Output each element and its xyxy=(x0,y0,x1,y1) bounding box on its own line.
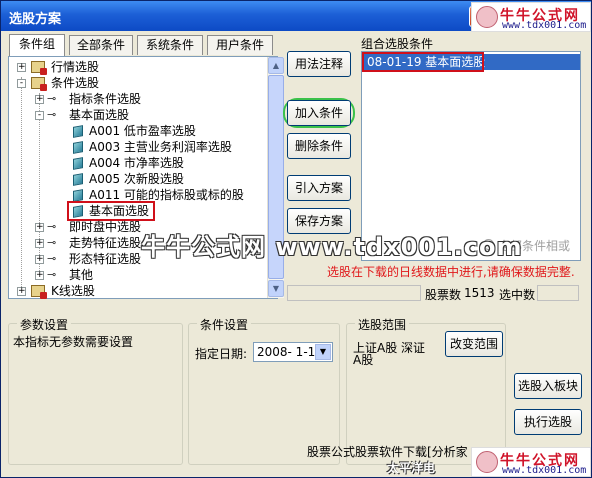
expand-icon[interactable]: + xyxy=(35,271,44,280)
watermark-banner: 牛牛公式网 www.tdx001.com xyxy=(141,233,523,261)
tab-all-conditions[interactable]: 全部条件 xyxy=(69,35,133,55)
tree-node-market[interactable]: + 行情选股 xyxy=(9,59,264,75)
expand-icon[interactable]: + xyxy=(35,239,44,248)
tree-label: 指标条件选股 xyxy=(69,92,142,106)
tree-label: 行情选股 xyxy=(51,60,100,74)
formula-icon xyxy=(73,125,83,138)
key-icon: ⊸ xyxy=(47,108,57,121)
data-warning-note: 选股在下载的日线数据中进行,请确保数据完整. xyxy=(327,265,575,279)
combo-conditions-label: 组合选股条件 xyxy=(361,37,434,51)
key-icon: ⊸ xyxy=(47,268,57,281)
collapse-icon[interactable]: - xyxy=(35,111,44,120)
add-condition-button[interactable]: 加入条件 xyxy=(287,100,351,126)
tree-node-indicator[interactable]: + ⊸ 指标条件选股 xyxy=(9,91,264,107)
key-icon: ⊸ xyxy=(47,220,57,233)
tree-label: 基本面选股 xyxy=(69,108,130,122)
key-icon: ⊸ xyxy=(47,92,57,105)
change-scope-button[interactable]: 改变范围 xyxy=(445,331,503,357)
scope-title: 选股范围 xyxy=(355,316,410,333)
formula-icon xyxy=(73,189,83,202)
tree-leaf[interactable]: A005 次新股选股 xyxy=(9,171,264,187)
scroll-up-icon[interactable]: ▲ xyxy=(268,57,284,74)
tree-leaf[interactable]: A001 低市盈率选股 xyxy=(9,123,264,139)
tab-system-conditions[interactable]: 系统条件 xyxy=(137,35,203,55)
add-to-block-button[interactable]: 选股入板块 xyxy=(514,373,582,399)
params-title: 参数设置 xyxy=(17,316,72,333)
tree-label: K线选股 xyxy=(51,284,95,298)
tree-label: A004 市净率选股 xyxy=(89,156,184,170)
tab-user-conditions[interactable]: 用户条件 xyxy=(207,35,273,55)
date-label: 指定日期: xyxy=(195,347,248,361)
stock-count-value: 1513 xyxy=(464,286,495,300)
folder-icon xyxy=(31,61,47,75)
tree-label: A003 主营业务利润率选股 xyxy=(89,140,232,154)
tree-label: 即时盘中选股 xyxy=(69,220,142,234)
params-text: 本指标无参数需要设置 xyxy=(13,335,134,349)
dropdown-arrow-icon[interactable]: ▼ xyxy=(315,344,331,360)
formula-icon xyxy=(73,141,83,154)
stock-count-label: 股票数 xyxy=(425,288,462,302)
tree-label: A001 低市盈率选股 xyxy=(89,124,196,138)
tree-label: 基本面选股 xyxy=(89,204,150,218)
expand-icon[interactable]: + xyxy=(35,255,44,264)
cow-logo-icon xyxy=(476,451,498,473)
expand-icon[interactable]: + xyxy=(17,287,26,296)
scope-line2: A股 xyxy=(353,353,374,367)
tree-node-kline[interactable]: + K线选股 xyxy=(9,283,264,299)
folder-icon xyxy=(31,77,47,91)
formula-icon xyxy=(73,173,83,186)
selected-count-label: 选中数 xyxy=(499,288,536,302)
collapse-icon[interactable]: - xyxy=(17,79,26,88)
scroll-down-icon[interactable]: ▼ xyxy=(268,280,284,297)
tree-node-condition[interactable]: - 条件选股 xyxy=(9,75,264,91)
key-icon: ⊸ xyxy=(47,252,57,265)
tree-leaf[interactable]: A004 市净率选股 xyxy=(9,155,264,171)
import-scheme-button[interactable]: 引入方案 xyxy=(287,175,351,201)
tree-node-fundamental[interactable]: - ⊸ 基本面选股 xyxy=(9,107,264,123)
formula-icon xyxy=(73,205,83,218)
watermark-url: www.tdx001.com xyxy=(502,465,587,476)
date-value: 2008- 1-19 xyxy=(257,345,323,359)
expand-icon[interactable]: + xyxy=(35,223,44,232)
tree-label: A005 次新股选股 xyxy=(89,172,184,186)
folder-icon xyxy=(31,285,47,299)
usage-notes-button[interactable]: 用法注释 xyxy=(287,51,351,77)
tree-leaf[interactable]: A003 主营业务利润率选股 xyxy=(9,139,264,155)
footer-text: 股票公式股票软件下载[分析家 xyxy=(307,445,468,459)
footer-watermark: 太平洋电 xyxy=(387,461,436,475)
tree-label: 走势特征选股 xyxy=(69,236,142,250)
watermark-logo-bottom: 牛牛公式网 www.tdx001.com xyxy=(471,447,591,477)
cow-logo-icon xyxy=(476,6,498,28)
delete-condition-button[interactable]: 删除条件 xyxy=(287,133,351,159)
date-picker[interactable]: 2008- 1-19 ▼ xyxy=(253,342,333,362)
tree-label: 其他 xyxy=(69,268,94,282)
tree-label: 形态特征选股 xyxy=(69,252,142,266)
expand-icon[interactable]: + xyxy=(35,95,44,104)
condition-settings-title: 条件设置 xyxy=(197,316,252,333)
key-icon: ⊸ xyxy=(47,236,57,249)
window-title: 选股方案 xyxy=(9,12,62,27)
stock-picking-dialog: 选股方案 X 牛牛公式网 www.tdx001.com 条件组 全部条件 系统条… xyxy=(0,0,592,478)
selected-count-field xyxy=(537,285,579,301)
watermark-url: www.tdx001.com xyxy=(502,20,587,31)
combo-item-highlight xyxy=(362,52,484,72)
execute-picking-button[interactable]: 执行选股 xyxy=(514,409,582,435)
progress-field xyxy=(287,285,421,301)
watermark-logo-top: 牛牛公式网 www.tdx001.com xyxy=(471,2,591,32)
formula-icon xyxy=(73,157,83,170)
expand-icon[interactable]: + xyxy=(17,63,26,72)
condition-tree[interactable]: + 行情选股 - 条件选股 + ⊸ 指标条件选股 - ⊸ 基本面选股 A001 … xyxy=(8,56,284,299)
tree-node-other[interactable]: + ⊸ 其他 xyxy=(9,267,264,283)
tab-condition-group[interactable]: 条件组 xyxy=(9,34,65,56)
tree-label: 条件选股 xyxy=(51,76,100,90)
tree-leaf-selected[interactable]: 基本面选股 xyxy=(9,201,264,221)
